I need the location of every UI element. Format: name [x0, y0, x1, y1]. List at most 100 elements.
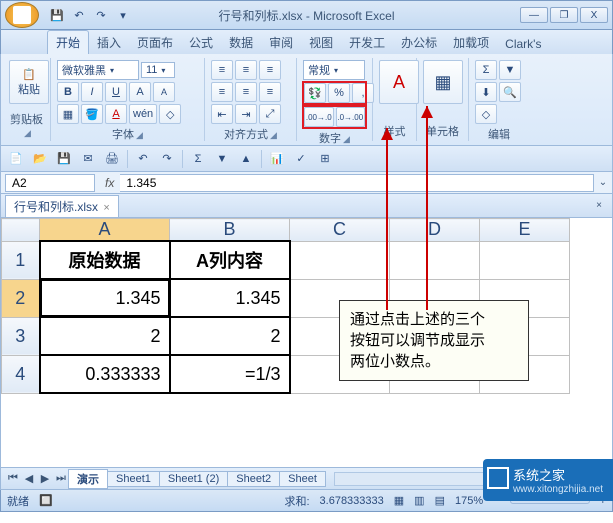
percent-button[interactable]: %: [328, 83, 350, 103]
increase-decimal-button[interactable]: .00→.0: [304, 107, 334, 127]
workbook-menu-icon[interactable]: ×: [590, 200, 608, 211]
align-bottom-button[interactable]: ≡: [259, 60, 281, 80]
column-header-b[interactable]: B: [170, 219, 290, 242]
alignment-launcher-icon[interactable]: ◢: [270, 130, 277, 140]
expand-formula-icon[interactable]: ⌄: [594, 177, 612, 188]
sheet-nav-prev[interactable]: ◀: [21, 472, 37, 485]
tab-view[interactable]: 视图: [301, 31, 341, 54]
increase-indent-button[interactable]: ⇥: [235, 104, 257, 124]
clear-format-button[interactable]: ◇: [159, 104, 181, 124]
align-middle-button[interactable]: ≡: [235, 60, 257, 80]
formula-input[interactable]: 1.345: [120, 174, 594, 192]
cell-b4[interactable]: =1/3: [170, 355, 290, 393]
column-header-e[interactable]: E: [480, 219, 570, 242]
save-icon[interactable]: 💾: [47, 5, 67, 25]
decrease-decimal-button[interactable]: .0→.00: [336, 107, 366, 127]
row-header-4[interactable]: 4: [2, 355, 40, 393]
view-pagebreak-icon[interactable]: ▤: [435, 494, 445, 507]
cell-d1[interactable]: [390, 241, 480, 279]
cell-c1[interactable]: [290, 241, 390, 279]
tool-icon[interactable]: 🖨: [101, 149, 123, 169]
underline-button[interactable]: U: [105, 82, 127, 102]
tab-home[interactable]: 开始: [47, 30, 89, 54]
name-box[interactable]: A2: [5, 174, 95, 192]
tool-icon[interactable]: 📂: [29, 149, 51, 169]
row-header-2[interactable]: 2: [2, 279, 40, 317]
cell-a2[interactable]: 1.345: [40, 279, 170, 317]
cell-a3[interactable]: 2: [40, 317, 170, 355]
sheet-tab-sheet3[interactable]: Sheet: [279, 471, 326, 487]
qat-dropdown-icon[interactable]: ▾: [113, 5, 133, 25]
font-color-button[interactable]: A: [105, 104, 127, 124]
tool-icon[interactable]: ↶: [132, 149, 154, 169]
tab-data[interactable]: 数据: [221, 31, 261, 54]
tool-icon[interactable]: 📊: [266, 149, 288, 169]
fx-icon[interactable]: fx: [99, 176, 120, 190]
column-header-c[interactable]: C: [290, 219, 390, 242]
office-button[interactable]: [5, 2, 39, 28]
cell-b1[interactable]: A列内容: [170, 241, 290, 279]
decrease-indent-button[interactable]: ⇤: [211, 104, 233, 124]
tool-icon[interactable]: ▼: [211, 149, 233, 169]
view-normal-icon[interactable]: ▦: [394, 494, 404, 507]
tool-icon[interactable]: 📄: [5, 149, 27, 169]
italic-button[interactable]: I: [81, 82, 103, 102]
sort-filter-button[interactable]: ▼: [499, 60, 521, 80]
tool-icon[interactable]: ⊞: [314, 149, 336, 169]
cell-e1[interactable]: [480, 241, 570, 279]
orientation-button[interactable]: ⤢: [259, 104, 281, 124]
cell-b2[interactable]: 1.345: [170, 279, 290, 317]
cells-button[interactable]: ▦: [423, 60, 463, 104]
tab-layout[interactable]: 页面布: [129, 31, 181, 54]
close-button[interactable]: X: [580, 7, 608, 23]
redo-icon[interactable]: ↷: [91, 5, 111, 25]
workbook-tab[interactable]: 行号和列标.xlsx ×: [5, 195, 119, 217]
tool-icon[interactable]: ▲: [235, 149, 257, 169]
sheet-tab-demo[interactable]: 演示: [68, 469, 108, 489]
number-launcher-icon[interactable]: ◢: [343, 134, 350, 144]
font-launcher-icon[interactable]: ◢: [136, 130, 143, 140]
tab-review[interactable]: 审阅: [261, 31, 301, 54]
align-right-button[interactable]: ≡: [259, 82, 281, 102]
align-center-button[interactable]: ≡: [235, 82, 257, 102]
select-all-corner[interactable]: [2, 219, 40, 242]
tab-formula[interactable]: 公式: [181, 31, 221, 54]
maximize-button[interactable]: ❐: [550, 7, 578, 23]
tab-addin[interactable]: 加载项: [445, 31, 497, 54]
sheet-nav-last[interactable]: ⏭: [53, 472, 69, 485]
sheet-tab-sheet1[interactable]: Sheet1: [107, 471, 160, 487]
border-button[interactable]: ▦: [57, 104, 79, 124]
find-button[interactable]: 🔍: [499, 82, 521, 102]
phonetic-button[interactable]: wén: [129, 104, 157, 124]
tool-icon[interactable]: ↷: [156, 149, 178, 169]
tool-icon[interactable]: ✉: [77, 149, 99, 169]
column-header-a[interactable]: A: [40, 219, 170, 242]
sheet-tab-sheet1-2[interactable]: Sheet1 (2): [159, 471, 228, 487]
zoom-level[interactable]: 175%: [455, 495, 483, 507]
align-left-button[interactable]: ≡: [211, 82, 233, 102]
font-name-combo[interactable]: 微软雅黑▾: [57, 60, 139, 80]
autosum-button[interactable]: Σ: [475, 60, 497, 80]
shrink-font-button[interactable]: A: [153, 82, 175, 102]
tool-icon[interactable]: Σ: [187, 149, 209, 169]
bold-button[interactable]: B: [57, 82, 79, 102]
sheet-nav-first[interactable]: ⏮: [5, 472, 21, 485]
font-size-combo[interactable]: 11▾: [141, 62, 175, 78]
align-top-button[interactable]: ≡: [211, 60, 233, 80]
accounting-button[interactable]: 💱: [304, 83, 326, 103]
tab-office[interactable]: 办公标: [393, 31, 445, 54]
view-layout-icon[interactable]: ▥: [414, 494, 424, 507]
cell-a4[interactable]: 0.333333: [40, 355, 170, 393]
cell-b3[interactable]: 2: [170, 317, 290, 355]
tab-clarks[interactable]: Clark's: [497, 34, 549, 54]
paste-button[interactable]: 📋 粘贴: [9, 60, 49, 104]
styles-button[interactable]: A: [379, 60, 419, 104]
tab-developer[interactable]: 开发工: [341, 31, 393, 54]
grow-font-button[interactable]: A: [129, 82, 151, 102]
row-header-3[interactable]: 3: [2, 317, 40, 355]
tab-insert[interactable]: 插入: [89, 31, 129, 54]
clipboard-launcher-icon[interactable]: ◢: [24, 128, 31, 138]
tool-icon[interactable]: 💾: [53, 149, 75, 169]
minimize-button[interactable]: —: [520, 7, 548, 23]
sheet-tab-sheet2[interactable]: Sheet2: [227, 471, 280, 487]
